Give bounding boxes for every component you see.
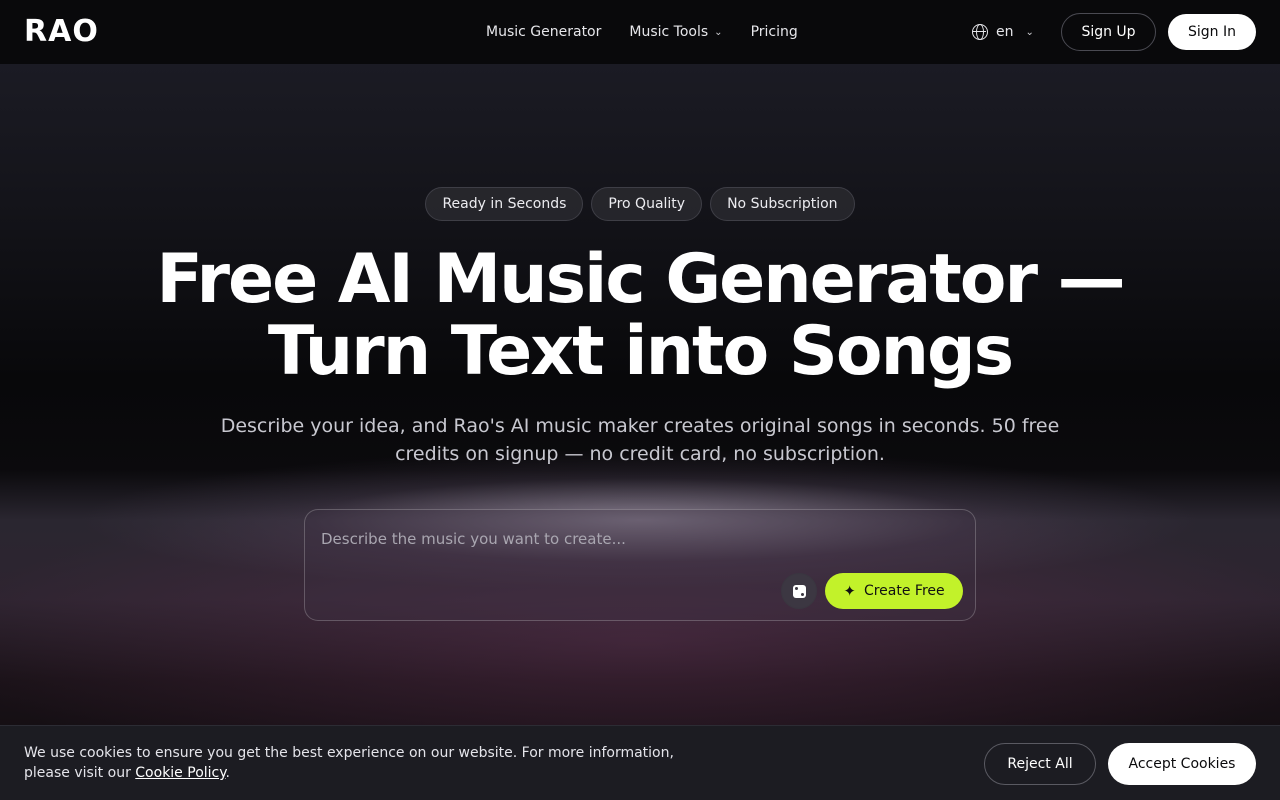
prompt-box: ✦ Create Free — [304, 509, 976, 621]
pill-no-subscription: No Subscription — [710, 187, 855, 221]
hero-title-line2: Turn Text into Songs — [267, 312, 1014, 391]
chevron-down-icon: ⌄ — [714, 26, 723, 38]
nav-music-generator[interactable]: Music Generator — [486, 24, 601, 40]
sign-in-button[interactable]: Sign In — [1168, 14, 1256, 50]
create-free-label: Create Free — [863, 583, 945, 599]
globe-icon — [972, 24, 988, 40]
hero-title-line1: Free AI Music Generator — — [156, 240, 1125, 319]
reject-all-button[interactable]: Reject All — [984, 743, 1096, 785]
pill-ready-in-seconds: Ready in Seconds — [425, 187, 584, 221]
accept-cookies-button[interactable]: Accept Cookies — [1108, 743, 1256, 785]
nav-music-tools-label: Music Tools — [629, 24, 709, 40]
sign-up-button[interactable]: Sign Up — [1061, 13, 1156, 51]
chevron-down-icon: ⌄ — [1025, 26, 1034, 38]
cookie-text: We use cookies to ensure you get the bes… — [24, 745, 674, 781]
nav-music-generator-label: Music Generator — [486, 24, 602, 40]
cookie-message: We use cookies to ensure you get the bes… — [24, 743, 714, 783]
random-prompt-button[interactable] — [781, 573, 817, 609]
nav-pricing[interactable]: Pricing — [751, 24, 798, 40]
cookie-text-end: . — [225, 765, 230, 781]
prompt-input[interactable] — [321, 526, 941, 552]
nav-pricing-label: Pricing — [750, 24, 798, 40]
language-selector[interactable]: en ⌄ — [972, 0, 1034, 64]
create-free-button[interactable]: ✦ Create Free — [825, 573, 963, 609]
hero-subtitle: Describe your idea, and Rao's AI music m… — [220, 415, 1060, 465]
dice-icon — [792, 584, 806, 598]
cookie-policy-link[interactable]: Cookie Policy — [135, 765, 225, 781]
hero-title: Free AI Music Generator — Turn Text into… — [140, 244, 1140, 388]
nav-music-tools[interactable]: Music Tools ⌄ — [629, 24, 722, 40]
feature-pills: Ready in Seconds Pro Quality No Subscrip… — [0, 187, 1280, 221]
rao-logo[interactable]: RAO — [24, 14, 99, 50]
page: RAO Music Generator Music Tools ⌄ Pricin… — [0, 0, 1280, 800]
top-header: RAO Music Generator Music Tools ⌄ Pricin… — [0, 0, 1280, 64]
sparkle-icon: ✦ — [843, 581, 856, 600]
pill-pro-quality: Pro Quality — [591, 187, 703, 221]
language-label: en — [996, 24, 1014, 40]
cookie-banner: We use cookies to ensure you get the bes… — [0, 725, 1280, 800]
main-nav: Music Generator Music Tools ⌄ Pricing — [486, 0, 798, 64]
